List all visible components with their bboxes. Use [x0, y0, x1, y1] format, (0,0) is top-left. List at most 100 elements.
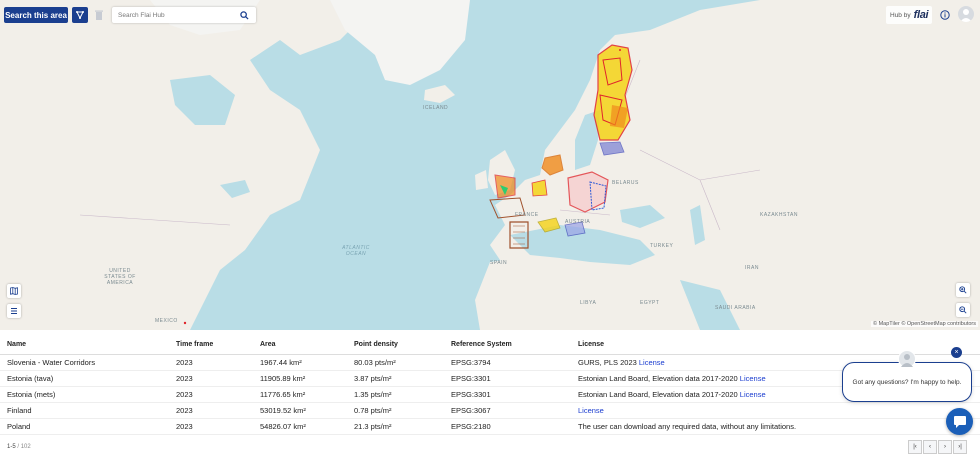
map-label-turkey: TURKEY [650, 243, 674, 249]
hub-brand: Hub by flai [886, 6, 933, 24]
map-label-mexico: MEXICO [155, 318, 178, 324]
cell-license: License [571, 402, 980, 419]
chat-icon [953, 415, 966, 428]
last-page-button[interactable]: ›| [953, 440, 967, 454]
coverage-finland[interactable] [593, 44, 633, 141]
cell-point-density: 1.35 pts/m² [347, 386, 444, 403]
map-label-saudi-arabia: SAUDI ARABIA [715, 305, 756, 311]
list-icon [11, 308, 17, 314]
cell-time-frame: 2023 [169, 418, 253, 435]
table-row[interactable]: Slovenia - Water Corridors 2023 1967.44 km… [0, 354, 980, 371]
map-label-spain: SPAIN [490, 260, 508, 266]
license-link[interactable]: License [740, 390, 766, 399]
license-text: Estonian Land Board, Elevation data 2017… [578, 389, 740, 399]
license-text: GURS, PLS 2023 [578, 357, 639, 367]
map-layers-button[interactable] [7, 284, 21, 298]
cell-area: 11905.89 km² [253, 370, 347, 387]
zoom-out-icon [959, 306, 967, 314]
map-label-iran: IRAN [745, 265, 759, 271]
user-icon [960, 9, 972, 22]
cell-area: 53019.52 km² [253, 402, 347, 419]
zoom-out-button[interactable] [956, 303, 970, 317]
cell-point-density: 3.87 pts/m² [347, 370, 444, 387]
cell-license: The user can download any required data,… [571, 418, 980, 435]
cell-name: Poland [0, 418, 169, 435]
zoom-in-button[interactable] [956, 283, 970, 297]
cell-name: Slovenia - Water Corridors [0, 354, 169, 371]
previous-page-button[interactable]: ‹ [923, 440, 937, 454]
chat-launcher-button[interactable] [946, 408, 973, 435]
column-header-area[interactable]: Area [253, 336, 347, 355]
app: ICELAND ATLANTIC OCEAN UNITED STATES OF … [0, 0, 980, 466]
first-page-button[interactable]: |‹ [908, 440, 922, 454]
map-label-france: FRANCE [515, 212, 539, 218]
map-label-atlantic: ATLANTIC OCEAN [342, 245, 370, 257]
clear-shape-button[interactable] [93, 8, 105, 22]
pagination-info: 1-5 / 102 [7, 444, 31, 450]
map-canvas[interactable]: ICELAND ATLANTIC OCEAN UNITED STATES OF … [0, 0, 980, 330]
cell-reference-system: EPSG:2180 [444, 418, 571, 435]
map-label-iceland: ICELAND [423, 105, 449, 111]
pagination-total: 102 [20, 444, 31, 450]
cell-time-frame: 2023 [169, 354, 253, 371]
cell-name: Finland [0, 402, 169, 419]
map-icon [10, 287, 18, 295]
draw-polygon-button[interactable] [72, 7, 88, 23]
next-page-button[interactable]: › [938, 440, 952, 454]
map-label-kazakhstan: KAZAKHSTAN [760, 212, 798, 218]
cell-point-density: 80.03 pts/m² [347, 354, 444, 371]
cell-area: 11776.65 km² [253, 386, 347, 403]
trash-icon [95, 10, 103, 20]
cell-area: 54826.07 km² [253, 418, 347, 435]
flai-logo: flai [913, 9, 929, 21]
cell-reference-system: EPSG:3067 [444, 402, 571, 419]
column-header-name[interactable]: Name [0, 336, 169, 355]
table-row[interactable]: Estonia (tava) 2023 11905.89 km² 3.87 pts/m… [0, 370, 980, 387]
table-row[interactable]: Poland 2023 54826.07 km² 21.3 pts/m² EPSG:21… [0, 418, 980, 435]
license-link[interactable]: License [639, 358, 665, 367]
cell-name: Estonia (mets) [0, 386, 169, 403]
table-row[interactable]: Estonia (mets) 2023 11776.65 km² 1.35 pts/m… [0, 386, 980, 403]
map-label-libya: LIBYA [580, 300, 597, 306]
search-this-area-button[interactable]: Search this area [4, 7, 68, 23]
table-row[interactable]: Finland 2023 53019.52 km² 0.78 pts/m² EPSG:3… [0, 402, 980, 419]
chat-agent-avatar [898, 350, 916, 368]
cell-area: 1967.44 km² [253, 354, 347, 371]
search-input[interactable] [112, 7, 238, 23]
cell-point-density: 0.78 pts/m² [347, 402, 444, 419]
search-bar [112, 7, 256, 23]
license-text: The user can download any required data,… [578, 421, 797, 431]
list-view-button[interactable] [7, 304, 21, 318]
cell-name: Estonia (tava) [0, 370, 169, 387]
user-avatar[interactable] [958, 6, 974, 22]
cell-reference-system: EPSG:3301 [444, 370, 571, 387]
cell-time-frame: 2023 [169, 370, 253, 387]
map-label-egypt: EGYPT [640, 300, 660, 306]
map-label-belarus: BELARUS [612, 180, 639, 186]
map-attribution[interactable]: © MapTiler © OpenStreetMap contributors [871, 321, 978, 327]
license-link[interactable]: License [740, 374, 766, 383]
cell-point-density: 21.3 pts/m² [347, 418, 444, 435]
info-icon[interactable] [940, 10, 950, 20]
table-header-row: Name Time frame Area Point density Refer… [0, 336, 980, 355]
pagination-controls: |‹ ‹ › ›| [907, 440, 967, 454]
cell-time-frame: 2023 [169, 402, 253, 419]
map-label-austria: AUSTRIA [565, 219, 591, 225]
column-header-license[interactable]: License [571, 336, 980, 355]
search-icon[interactable] [238, 9, 250, 21]
column-header-time-frame[interactable]: Time frame [169, 336, 253, 355]
column-header-reference-system[interactable]: Reference System [444, 336, 571, 355]
chat-close-button[interactable]: × [951, 347, 962, 358]
license-text: Estonian Land Board, Elevation data 2017… [578, 373, 740, 383]
license-link[interactable]: License [578, 406, 604, 415]
column-header-point-density[interactable]: Point density [347, 336, 444, 355]
cell-time-frame: 2023 [169, 386, 253, 403]
map-label-usa: UNITED STATES OF AMERICA [104, 268, 136, 286]
map-basemap [0, 0, 980, 330]
cell-reference-system: EPSG:3794 [444, 354, 571, 371]
pagination-range: 1-5 [7, 444, 16, 450]
datasets-table: Name Time frame Area Point density Refer… [0, 336, 980, 435]
agent-icon [901, 354, 913, 367]
zoom-in-icon [959, 286, 967, 294]
chat-message-text: Got any questions? I'm happy to help. [852, 378, 962, 386]
